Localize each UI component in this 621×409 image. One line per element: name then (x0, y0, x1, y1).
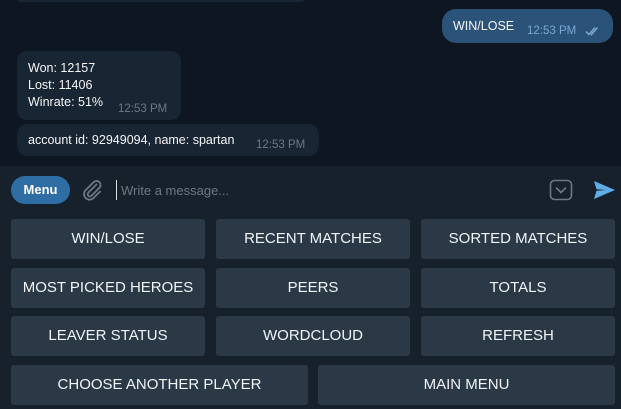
chat-window: WIN/LOSE 12:53 PM Won: 12157 Lost: 11406… (0, 0, 621, 409)
message-text: account id: 92949094, name: spartan (28, 133, 235, 147)
leaver-status-button[interactable]: LEAVER STATUS (11, 316, 205, 356)
paperclip-icon[interactable] (80, 178, 104, 202)
totals-button[interactable]: TOTALS (421, 268, 615, 308)
menu-button[interactable]: Menu (11, 176, 70, 204)
winrate: Winrate: 51% (28, 95, 104, 109)
sorted-matches-button[interactable]: SORTED MATCHES (421, 219, 615, 259)
message-time: 12:53 PM (527, 25, 577, 37)
message-time: 12:53 PM (256, 139, 306, 151)
won-count: Won: 12157 (28, 61, 96, 75)
composer: Menu (0, 166, 621, 211)
recent-matches-button[interactable]: RECENT MATCHES (216, 219, 410, 259)
keyboard-toggle-icon[interactable] (549, 179, 573, 201)
message-text: WIN/LOSE (453, 19, 515, 33)
main-menu-button[interactable]: MAIN MENU (318, 365, 615, 405)
incoming-message-stats[interactable]: Won: 12157 Lost: 11406 Winrate: 51% 12:5… (17, 51, 181, 120)
incoming-message-account[interactable]: account id: 92949094, name: spartan 12:5… (17, 124, 319, 156)
most-picked-heroes-button[interactable]: MOST PICKED HEROES (11, 268, 205, 308)
lost-count: Lost: 11406 (28, 78, 93, 92)
reply-keyboard: WIN/LOSE RECENT MATCHES SORTED MATCHES M… (0, 211, 621, 409)
double-check-icon (585, 27, 599, 36)
choose-another-player-button[interactable]: CHOOSE ANOTHER PLAYER (11, 365, 308, 405)
outgoing-message[interactable]: WIN/LOSE 12:53 PM (442, 9, 613, 43)
wordcloud-button[interactable]: WORDCLOUD (216, 316, 410, 356)
refresh-button[interactable]: REFRESH (421, 316, 615, 356)
message-input[interactable] (116, 180, 516, 200)
previous-message-edge (14, 0, 308, 2)
message-time: 12:53 PM (118, 103, 168, 115)
peers-button[interactable]: PEERS (216, 268, 410, 308)
message-list[interactable]: WIN/LOSE 12:53 PM Won: 12157 Lost: 11406… (0, 0, 621, 166)
message-meta: 12:53 PM (527, 23, 602, 40)
send-icon[interactable] (592, 178, 616, 202)
win-lose-button[interactable]: WIN/LOSE (11, 219, 205, 259)
